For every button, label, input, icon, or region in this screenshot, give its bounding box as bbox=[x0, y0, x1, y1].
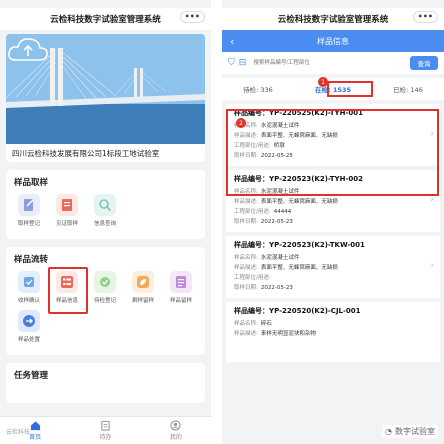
tab-mine[interactable]: 我的 bbox=[141, 417, 211, 444]
stat-done[interactable]: 已检: 146 bbox=[393, 84, 423, 94]
section-title: 样品流转 bbox=[14, 255, 49, 265]
app-title: 云检科技数字试验室管理系统 bbox=[277, 15, 389, 25]
chevron-right-icon: › bbox=[430, 194, 434, 205]
watermark-left: 云检科技 bbox=[6, 429, 31, 436]
todo-icon bbox=[101, 420, 110, 431]
tile-label: 取样登记 bbox=[17, 221, 40, 227]
clipboard-edit-icon bbox=[18, 194, 40, 216]
watermark-right: ◔ 数字试验室 bbox=[382, 425, 438, 438]
bridge-banner-image bbox=[6, 34, 205, 144]
retain-sample-icon bbox=[170, 271, 192, 293]
section-title: 样品取样 bbox=[14, 178, 49, 188]
cloud-upload-icon bbox=[8, 38, 48, 61]
step-badge-2: 2 bbox=[236, 118, 246, 128]
step-badge-1: 1 bbox=[318, 77, 328, 87]
sample-code: 样品编号：YP-220520(K2)-CJL-001 bbox=[234, 307, 361, 315]
tile-pending-register[interactable]: 待检登记 bbox=[86, 271, 124, 304]
sample-name: 碎石 bbox=[260, 321, 272, 327]
sample-date: 2022-05-23 bbox=[260, 219, 293, 225]
section-task-management: 任务管理 bbox=[6, 363, 205, 403]
tile-info-query[interactable]: 信息查询 bbox=[86, 194, 124, 227]
tile-label: 待检登记 bbox=[93, 298, 116, 304]
sample-card[interactable]: 样品编号：YP-220523(K2)-TKW-001 样品名称: 水泥混凝土试件 … bbox=[226, 236, 440, 298]
app-titlebar: 云检科技数字试验室管理系统 ••• bbox=[222, 8, 444, 30]
page-title: 样品信息 bbox=[317, 36, 349, 46]
tile-label: 信息查询 bbox=[93, 221, 116, 227]
leaf-sample-icon bbox=[132, 271, 154, 293]
more-menu-button[interactable]: ••• bbox=[179, 11, 205, 23]
filter-icon[interactable]: ⛉ bbox=[228, 58, 235, 68]
home-screen: 云检科技数字试验室管理系统 ••• 四川云检科技发展有限公司1标段工地试验室 样… bbox=[0, 0, 211, 444]
tile-receive-confirm[interactable]: 收样确认 bbox=[10, 271, 48, 304]
witness-doc-icon bbox=[56, 194, 78, 216]
bottom-tabbar: 首页 待办 我的 bbox=[0, 416, 211, 444]
sample-desc: 来样无明显泥块和杂物 bbox=[260, 331, 316, 337]
more-menu-button[interactable]: ••• bbox=[412, 11, 438, 23]
sample-card[interactable]: 样品编号：YP-220520(K2)-CJL-001 样品名称: 碎石 样品描述:… bbox=[226, 302, 440, 362]
tile-label: 样品留样 bbox=[169, 298, 192, 304]
tile-label: 见证取样 bbox=[55, 221, 78, 227]
dispose-sample-icon bbox=[18, 310, 40, 332]
tile-label: 收样确认 bbox=[17, 298, 40, 304]
highlight-sample-info-box bbox=[48, 267, 88, 314]
app-title: 云检科技数字试验室管理系统 bbox=[50, 15, 161, 25]
chevron-right-icon: › bbox=[430, 260, 434, 271]
search-input[interactable] bbox=[250, 56, 410, 70]
sample-part: 44444 bbox=[273, 209, 292, 215]
sample-desc: 表面平整、无蜂窝麻面、无缺损 bbox=[260, 199, 338, 205]
stat-pending[interactable]: 待检: 336 bbox=[243, 84, 273, 94]
receive-confirm-icon bbox=[18, 271, 40, 293]
sample-code: 样品编号：YP-220523(K2)-TKW-001 bbox=[234, 241, 365, 249]
wechat-icon: ◔ bbox=[385, 427, 392, 436]
section-sampling: 样品取样 取样登记 见证取样 信息查询 bbox=[6, 170, 205, 239]
tile-label: 剩样留样 bbox=[131, 298, 154, 304]
search-button[interactable]: 查询 bbox=[410, 56, 438, 70]
page-header: ‹ 样品信息 bbox=[222, 30, 444, 52]
highlight-first-card-box bbox=[226, 109, 439, 196]
back-chevron-icon[interactable]: ‹ bbox=[230, 35, 234, 48]
tile-sampling-register[interactable]: 取样登记 bbox=[10, 194, 48, 227]
pending-register-icon bbox=[94, 271, 116, 293]
tab-label: 待办 bbox=[99, 434, 112, 441]
scan-icon[interactable]: ⊟ bbox=[239, 58, 247, 68]
tile-label: 样品处置 bbox=[17, 337, 40, 343]
tile-witness-sampling[interactable]: 见证取样 bbox=[48, 194, 86, 227]
highlight-in-progress-box bbox=[327, 81, 373, 97]
tile-dispose-sample[interactable]: 样品处置 bbox=[10, 310, 48, 343]
section-sample-flow: 样品流转 收样确认 样品信息 待检登记 剩样留样 样品留样 样品处置 bbox=[6, 247, 205, 355]
info-search-icon bbox=[94, 194, 116, 216]
tab-todo[interactable]: 待办 bbox=[70, 417, 140, 444]
tab-label: 首页 bbox=[29, 434, 42, 441]
status-stats: 待检: 336 在检: 1535 已检: 146 1 bbox=[222, 77, 444, 100]
sample-date: 2022-05-23 bbox=[260, 285, 293, 291]
company-name: 四川云检科技发展有限公司1标段工地试验室 bbox=[6, 144, 205, 162]
search-bar: ⛉ ⊟ 查询 bbox=[222, 52, 444, 74]
sample-name: 水泥混凝土试件 bbox=[260, 255, 300, 261]
tile-leftover-sample[interactable]: 剩样留样 bbox=[124, 271, 162, 304]
sample-desc: 表面平整、无蜂窝麻面、无缺损 bbox=[260, 265, 338, 271]
home-icon bbox=[30, 421, 40, 431]
sample-info-screen: 云检科技数字试验室管理系统 ••• ‹ 样品信息 ⛉ ⊟ 查询 待检: 336 … bbox=[222, 0, 444, 444]
tab-label: 我的 bbox=[169, 434, 182, 441]
app-titlebar: 云检科技数字试验室管理系统 ••• bbox=[0, 8, 211, 30]
tile-retain-sample[interactable]: 样品留样 bbox=[162, 271, 200, 304]
user-icon bbox=[170, 420, 181, 431]
section-title: 任务管理 bbox=[14, 371, 49, 381]
